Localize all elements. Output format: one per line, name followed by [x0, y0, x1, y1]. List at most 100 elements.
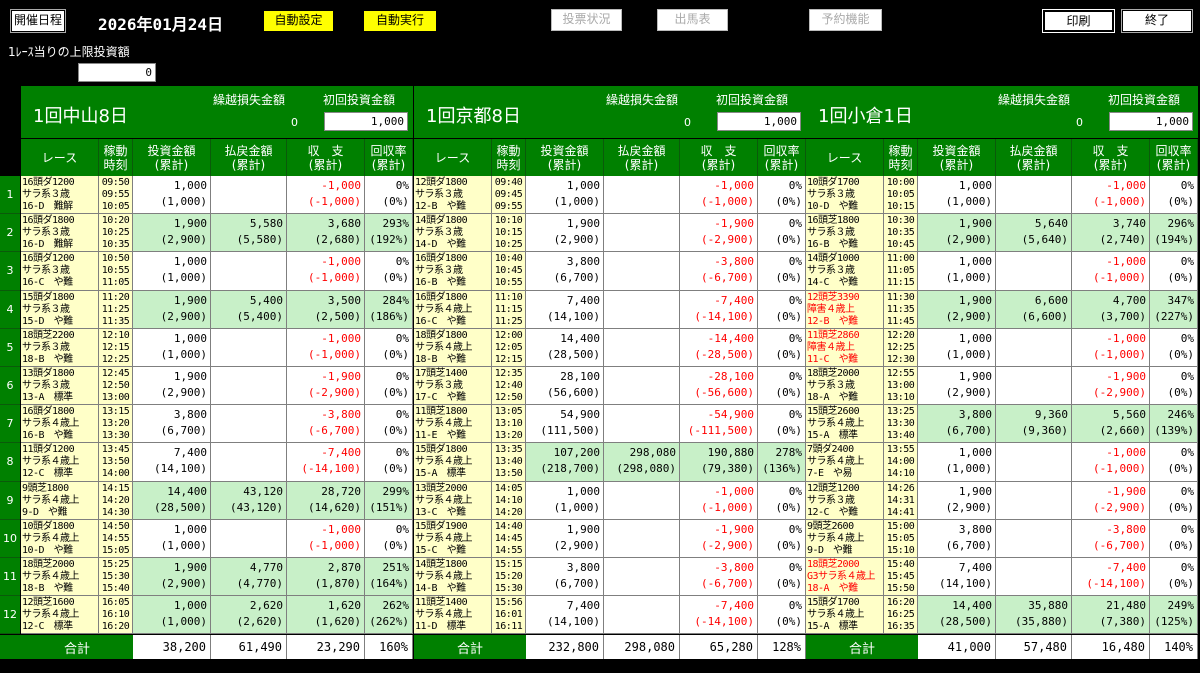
race-info[interactable]: 16頭ダ1800 サラ系３歳 16-D 難解 — [21, 214, 99, 253]
race-info[interactable]: 15頭ダ1900 サラ系４歳上 15-C や難 — [414, 519, 492, 558]
balance-amount-value: -1,900 — [1106, 484, 1146, 498]
return-rate: 0% (0%) — [365, 405, 413, 444]
race-info[interactable]: 9頭芝2600 サラ系４歳上 9-D や難 — [806, 519, 884, 558]
race-info[interactable]: 18頭ダ1800 サラ系４歳上 18-B や難 — [414, 328, 492, 367]
race-info[interactable]: 18頭芝2000 G3サラ系４歳上 18-A や難 — [806, 558, 884, 597]
balance-amount-value: -1,000 — [321, 255, 361, 269]
time-line: 10:20 — [101, 215, 130, 227]
race-info-line: サラ系４歳上 — [22, 532, 80, 544]
race-info[interactable]: 9頭芝1800 サラ系４歳上 9-D や難 — [21, 481, 99, 520]
balance-amount-cumulative: (-14,100) — [694, 615, 754, 629]
race-info[interactable]: 14頭ダ1000 サラ系３歳 14-C や難 — [806, 252, 884, 291]
race-info[interactable]: 12頭芝1600 サラ系４歳上 12-C 標準 — [21, 596, 99, 635]
payout-amount — [604, 596, 680, 635]
balance-amount-cumulative: (2,660) — [1099, 424, 1146, 438]
balance-amount: -1,000 (-1,000) — [1072, 176, 1150, 215]
row-number: 9 — [0, 481, 20, 520]
time-line: 13:00 — [101, 392, 130, 403]
payout-amount — [604, 252, 680, 291]
race-info-line: サラ系３歳 — [22, 227, 70, 239]
auto-run-button[interactable]: 自動実行 — [363, 10, 437, 32]
race-info[interactable]: 16頭ダ1200 サラ系３歳 16-C や難 — [21, 252, 99, 291]
print-button[interactable]: 印刷 — [1042, 9, 1115, 33]
balance-amount-cumulative: (-28,500) — [694, 347, 754, 361]
shokai-input[interactable]: 1,000 — [1109, 112, 1193, 131]
race-info[interactable]: 15頭ダ1700 サラ系４歳上 15-A 標準 — [806, 596, 884, 635]
race-info[interactable]: 12頭芝3390 障害４歳上 12-B や難 — [806, 290, 884, 329]
race-info[interactable]: 11頭芝1800 サラ系４歳上 11-E や難 — [414, 405, 492, 444]
race-info-line: 12-C 標準 — [22, 621, 73, 633]
balance-amount-value: -7,400 — [321, 446, 361, 460]
limit-input[interactable]: 0 — [78, 63, 156, 82]
race-times: 13:15 13:20 13:30 — [99, 405, 133, 444]
exit-button[interactable]: 終了 — [1121, 9, 1193, 33]
race-date: 2026年01月24日 — [98, 15, 224, 34]
invest-amount-value: 1,000 — [958, 255, 992, 269]
race-info[interactable]: 7頭ダ2400 サラ系４歳上 7-E や易 — [806, 443, 884, 482]
race-info[interactable]: 10頭ダ1800 サラ系４歳上 10-D や難 — [21, 519, 99, 558]
reserve-button[interactable]: 予約機能 — [809, 9, 882, 31]
race-info[interactable]: 14頭ダ1800 サラ系３歳 14-D や難 — [414, 214, 492, 253]
balance-amount: -1,000 (-1,000) — [1072, 328, 1150, 367]
return-rate-value: 0% — [788, 522, 802, 536]
balance-amount-value: -1,000 — [1106, 179, 1146, 192]
balance-amount-value: 190,880 — [707, 446, 754, 460]
race-times: 15:15 15:20 15:30 — [492, 558, 526, 597]
race-info-line: サラ系４歳上 — [415, 303, 473, 315]
auto-settings-button[interactable]: 自動設定 — [263, 10, 334, 32]
race-info[interactable]: 10頭ダ1700 サラ系３歳 10-D や難 — [806, 176, 884, 215]
race-info[interactable]: 12頭芝1200 サラ系３歳 12-C や難 — [806, 481, 884, 520]
invest-amount-cumulative: (1,000) — [945, 462, 992, 476]
race-info[interactable]: 17頭芝1400 サラ系３歳 17-C や難 — [414, 367, 492, 406]
race-info[interactable]: 11頭芝1400 サラ系４歳上 11-D 標準 — [414, 596, 492, 635]
race-info-line: 15頭ダ1900 — [415, 520, 468, 532]
return-rate-cumulative: (0%) — [1167, 538, 1195, 552]
invest-amount-value: 3,800 — [958, 522, 992, 536]
race-info[interactable]: 16頭ダ1800 サラ系４歳上 16-B や難 — [21, 405, 99, 444]
return-rate-cumulative: (0%) — [1167, 347, 1195, 361]
balance-amount: 3,500 (2,500) — [287, 290, 365, 329]
time-line: 13:25 — [886, 406, 915, 418]
payout-amount: 6,600 (6,600) — [996, 290, 1072, 329]
venue-name: 1回中山8日 — [33, 106, 128, 127]
race-info[interactable]: 15頭芝2600 サラ系４歳上 15-A 標準 — [806, 405, 884, 444]
vote-status-button[interactable]: 投票状況 — [551, 9, 622, 31]
shokai-input[interactable]: 1,000 — [717, 112, 801, 131]
race-info[interactable]: 16頭ダ1800 サラ系３歳 16-B や難 — [414, 252, 492, 291]
race-info[interactable]: 16頭ダ1200 サラ系３歳 16-D 難解 — [21, 176, 99, 215]
race-info-line: サラ系３歳 — [22, 341, 70, 353]
race-info[interactable]: 15頭ダ1800 サラ系３歳 15-D や難 — [21, 290, 99, 329]
time-line: 11:25 — [494, 315, 523, 327]
race-info[interactable]: 13頭芝2000 サラ系４歳上 13-C や難 — [414, 481, 492, 520]
column-header-payout: 払戻金額 (累計) — [996, 139, 1072, 176]
time-line: 15:30 — [494, 583, 523, 594]
race-info[interactable]: 16頭芝1800 サラ系３歳 16-B や難 — [806, 214, 884, 253]
balance-amount: -1,000 (-1,000) — [287, 328, 365, 367]
invest-amount-value: 1,000 — [958, 331, 992, 345]
payout-amount: 298,080 (298,080) — [604, 443, 680, 482]
invest-amount-value: 7,400 — [958, 561, 992, 574]
balance-amount-cumulative: (-1,000) — [308, 347, 361, 361]
race-info[interactable]: 11頭ダ1200 サラ系４歳上 12-C 標準 — [21, 443, 99, 482]
entries-button[interactable]: 出馬表 — [657, 9, 728, 31]
race-info[interactable]: 12頭ダ1800 サラ系３歳 12-B や難 — [414, 176, 492, 215]
race-info[interactable]: 18頭芝2000 サラ系３歳 18-A や難 — [806, 367, 884, 406]
race-info[interactable]: 13頭ダ1800 サラ系３歳 13-A 標準 — [21, 367, 99, 406]
kaisai-schedule-button[interactable]: 開催日程 — [10, 9, 66, 33]
balance-amount: 5,560 (2,660) — [1072, 405, 1150, 444]
invest-amount-cumulative: (28,500) — [939, 615, 992, 629]
return-rate-value: 347% — [1167, 293, 1195, 307]
race-info[interactable]: 18頭芝2200 サラ系３歳 18-B や難 — [21, 328, 99, 367]
race-info[interactable]: 15頭ダ1800 サラ系４歳上 15-A 標準 — [414, 443, 492, 482]
race-info[interactable]: 16頭ダ1800 サラ系４歳上 16-C や難 — [414, 290, 492, 329]
shokai-input[interactable]: 1,000 — [324, 112, 408, 131]
race-info[interactable]: 14頭芝1800 サラ系４歳上 14-B や難 — [414, 558, 492, 597]
invest-amount-cumulative: (2,900) — [945, 500, 992, 514]
total-payout: 57,480 — [996, 635, 1072, 660]
invest-amount: 14,400 (28,500) — [133, 481, 211, 520]
race-info[interactable]: 11頭芝2860 障害４歳上 11-C や難 — [806, 328, 884, 367]
race-info[interactable]: 18頭芝2000 サラ系４歳上 18-B や難 — [21, 558, 99, 597]
time-line: 16:10 — [101, 609, 130, 621]
race-info-line: 16-B や難 — [807, 239, 858, 251]
payout-amount — [211, 252, 287, 291]
